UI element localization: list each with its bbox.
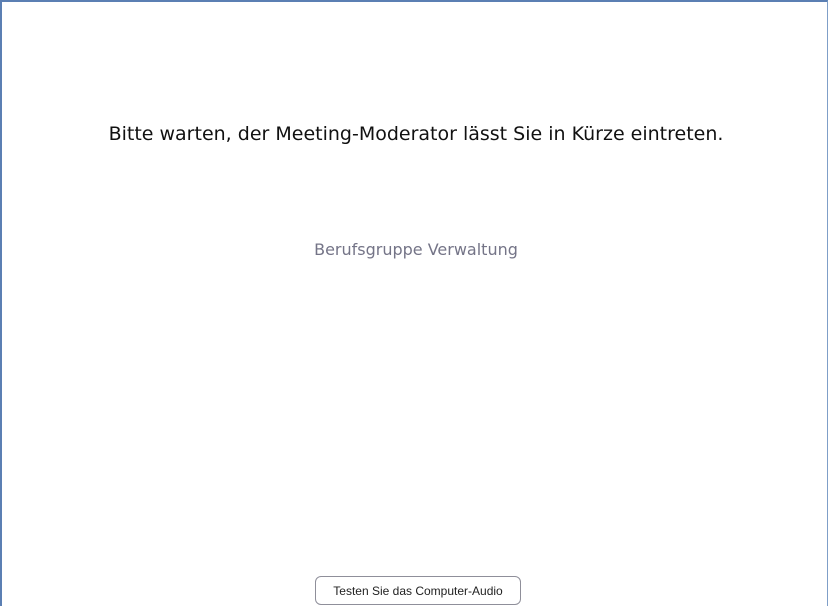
test-computer-audio-button[interactable]: Testen Sie das Computer-Audio (315, 576, 521, 605)
waiting-message: Bitte warten, der Meeting-Moderator läss… (108, 123, 724, 145)
waiting-room-window: Bitte warten, der Meeting-Moderator läss… (0, 0, 828, 606)
meeting-topic: Berufsgruppe Verwaltung (314, 240, 518, 259)
